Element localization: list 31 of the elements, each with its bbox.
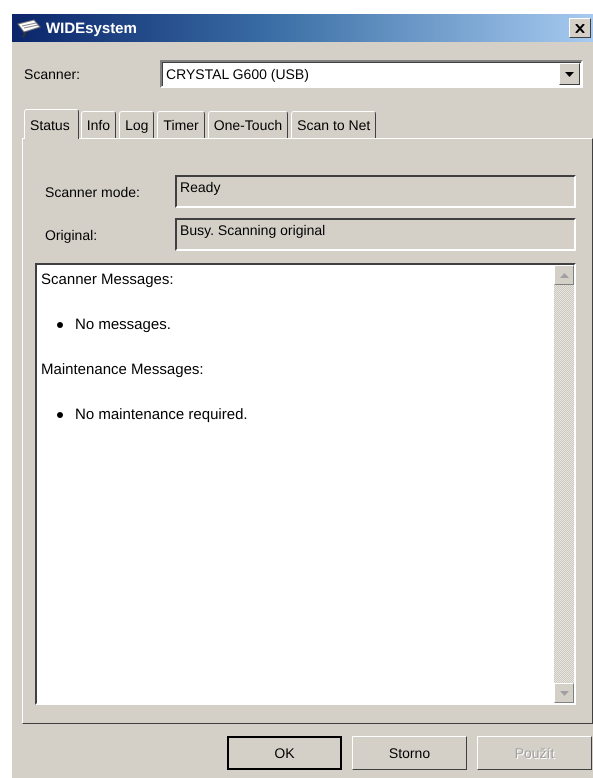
tab[interactable]: One-Touch xyxy=(208,111,288,138)
tab[interactable]: Timer xyxy=(157,111,205,138)
field-label: Original: xyxy=(44,226,98,242)
message-text: No maintenance required. xyxy=(75,406,248,423)
scroll-down-button[interactable] xyxy=(554,683,574,703)
close-button[interactable] xyxy=(569,18,591,38)
section-heading: Maintenance Messages: xyxy=(41,361,205,378)
scroll-up-button[interactable] xyxy=(554,265,574,285)
bullet-icon xyxy=(57,412,63,418)
dialog-button[interactable]: Storno xyxy=(352,736,467,770)
caret-icon xyxy=(565,72,574,76)
dialog-button[interactable]: OK xyxy=(227,736,342,770)
tab[interactable]: Info xyxy=(80,111,116,138)
down-arrow-icon xyxy=(560,690,568,696)
dropdown-button[interactable] xyxy=(559,63,580,85)
tab[interactable]: Scan to Net xyxy=(291,111,376,138)
scanner-dropdown[interactable]: CRYSTAL G600 (USB) xyxy=(160,60,583,88)
message-text: No messages. xyxy=(75,316,171,333)
close-icon xyxy=(575,24,585,32)
up-arrow-icon xyxy=(560,272,568,278)
scanner-icon xyxy=(16,18,42,38)
section-heading: Scanner Messages: xyxy=(41,271,175,288)
bullet-icon xyxy=(57,322,63,328)
window-title: WIDEsystem xyxy=(46,20,138,36)
status-field: Ready xyxy=(175,175,576,208)
tab[interactable]: Status xyxy=(24,109,79,139)
field-label: Scanner mode: xyxy=(44,184,141,200)
scrollbar[interactable] xyxy=(554,265,574,703)
tab[interactable]: Log xyxy=(119,111,154,138)
scanner-label: Scanner: xyxy=(24,66,80,82)
status-field: Busy. Scanning original xyxy=(175,218,576,251)
